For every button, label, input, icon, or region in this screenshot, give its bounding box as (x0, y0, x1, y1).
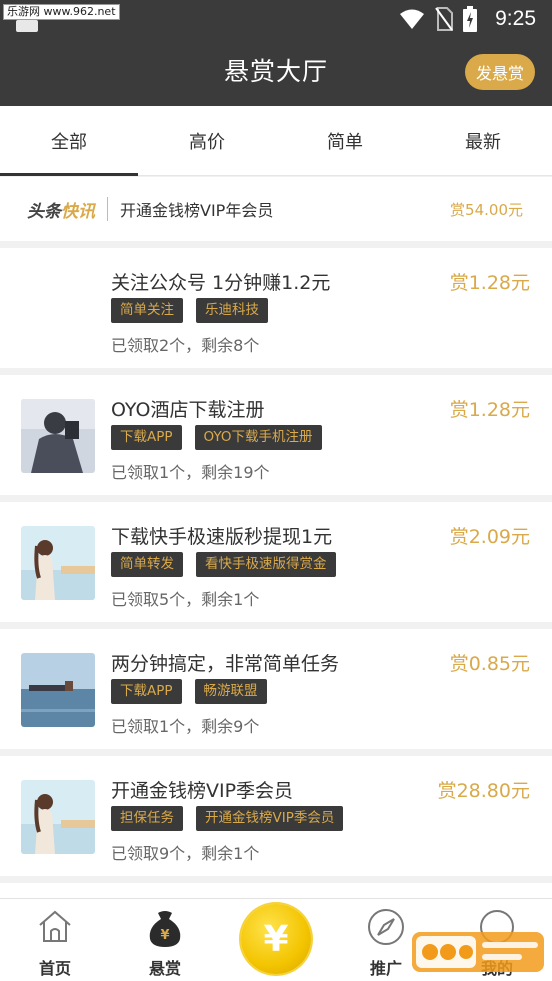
task-tags: 担保任务 开通金钱榜VIP季会员 (111, 806, 344, 831)
task-tag: 简单关注 (111, 298, 183, 323)
task-status: 已领取9个，剩余1个 (111, 844, 260, 863)
coin-center-button[interactable]: ¥ (241, 904, 311, 974)
task-status: 已领取2个，剩余8个 (111, 336, 260, 355)
task-status: 已领取1个，剩余9个 (111, 717, 260, 736)
task-reward: 赏1.28元 (449, 399, 530, 421)
tab-bar: 全部 高价 简单 最新 (0, 106, 552, 176)
task-card[interactable]: 下载快手极速版秒提现1元 赏2.09元 简单转发 看快手极速版得赏金 已领取5个… (0, 502, 552, 622)
task-tag: 下载APP (111, 425, 182, 450)
task-title: 关注公众号 1分钟赚1.2元 (111, 272, 331, 294)
site-watermark: 乐游网 www.962.net (3, 4, 120, 20)
site-logo-watermark (412, 932, 544, 972)
task-reward: 赏1.28元 (449, 272, 530, 294)
home-icon (39, 910, 71, 942)
wifi-icon (400, 9, 425, 29)
nav-home-label: 首页 (38, 959, 71, 978)
notification-icon (16, 20, 38, 32)
nav-bounty-label: 悬赏 (148, 959, 181, 978)
tab-newest[interactable]: 最新 (414, 106, 552, 175)
task-tags: 简单转发 看快手极速版得赏金 (111, 552, 336, 577)
task-tag: 开通金钱榜VIP季会员 (196, 806, 344, 831)
task-title: 下载快手极速版秒提现1元 (111, 526, 333, 548)
task-tag: 担保任务 (111, 806, 183, 831)
task-title: OYO酒店下载注册 (111, 399, 265, 421)
task-thumbnail (21, 399, 95, 473)
status-icons: 9:25 (399, 6, 536, 32)
no-sim-icon (435, 7, 454, 31)
task-tag: 看快手极速版得赏金 (196, 552, 336, 577)
task-status: 已领取1个，剩余19个 (111, 463, 270, 482)
task-title: 两分钟搞定，非常简单任务 (111, 653, 340, 675)
nav-home[interactable]: 首页 (15, 899, 95, 981)
task-tag: OYO下载手机注册 (194, 425, 322, 450)
task-tag: 简单转发 (111, 552, 183, 577)
task-reward: 赏0.85元 (449, 653, 530, 675)
task-card[interactable]: 开通金钱榜VIP季会员 赏28.80元 担保任务 开通金钱榜VIP季会员 已领取… (0, 756, 552, 876)
headline-logo-part1: 头条 (27, 201, 61, 222)
coin-icon: ¥ (263, 918, 289, 960)
headline-reward: 赏54.00元 (450, 200, 523, 219)
task-tags: 下载APP 畅游联盟 (111, 679, 267, 704)
task-card-partial (0, 883, 552, 898)
headline-logo: 头条快讯 (27, 197, 95, 222)
task-tags: 简单关注 乐迪科技 (111, 298, 268, 323)
divider (107, 197, 108, 221)
task-title: 开通金钱榜VIP季会员 (111, 780, 294, 802)
headline-text: 开通金钱榜VIP年会员 (120, 201, 274, 220)
task-status: 已领取5个，剩余1个 (111, 590, 260, 609)
tab-simple[interactable]: 简单 (276, 106, 414, 175)
top-bar: 乐游网 www.962.net 9:25 悬赏大厅 发悬赏 (0, 0, 552, 106)
task-thumbnail (21, 653, 95, 727)
compass-icon (368, 909, 404, 945)
task-reward: 赏28.80元 (437, 780, 530, 802)
task-tag: 下载APP (111, 679, 182, 704)
task-reward: 赏2.09元 (449, 526, 530, 548)
tab-high-price[interactable]: 高价 (138, 106, 276, 175)
money-bag-symbol: ¥ (160, 928, 169, 943)
headline-logo-part2: 快讯 (61, 201, 95, 222)
task-tag: 畅游联盟 (194, 679, 267, 704)
task-tag: 乐迪科技 (196, 298, 268, 323)
post-bounty-button[interactable]: 发悬赏 (465, 54, 535, 90)
task-card[interactable]: OYO酒店下载注册 赏1.28元 下载APP OYO下载手机注册 已领取1个，剩… (0, 375, 552, 495)
headline-news-bar[interactable]: 头条快讯 开通金钱榜VIP年会员 赏54.00元 (0, 177, 552, 241)
nav-bounty[interactable]: ¥ 悬赏 (125, 899, 205, 981)
battery-charging-icon (463, 6, 478, 32)
clock: 9:25 (495, 7, 536, 30)
task-thumbnail (21, 780, 95, 854)
task-card[interactable]: 关注公众号 1分钟赚1.2元 赏1.28元 简单关注 乐迪科技 已领取2个，剩余… (0, 248, 552, 368)
status-bar: 乐游网 www.962.net 9:25 (0, 0, 552, 38)
task-tags: 下载APP OYO下载手机注册 (111, 425, 322, 450)
task-thumbnail (21, 526, 95, 600)
money-bag-icon: ¥ (149, 911, 181, 947)
task-card[interactable]: 两分钟搞定，非常简单任务 赏0.85元 下载APP 畅游联盟 已领取1个，剩余9… (0, 629, 552, 749)
tab-all[interactable]: 全部 (0, 106, 138, 176)
